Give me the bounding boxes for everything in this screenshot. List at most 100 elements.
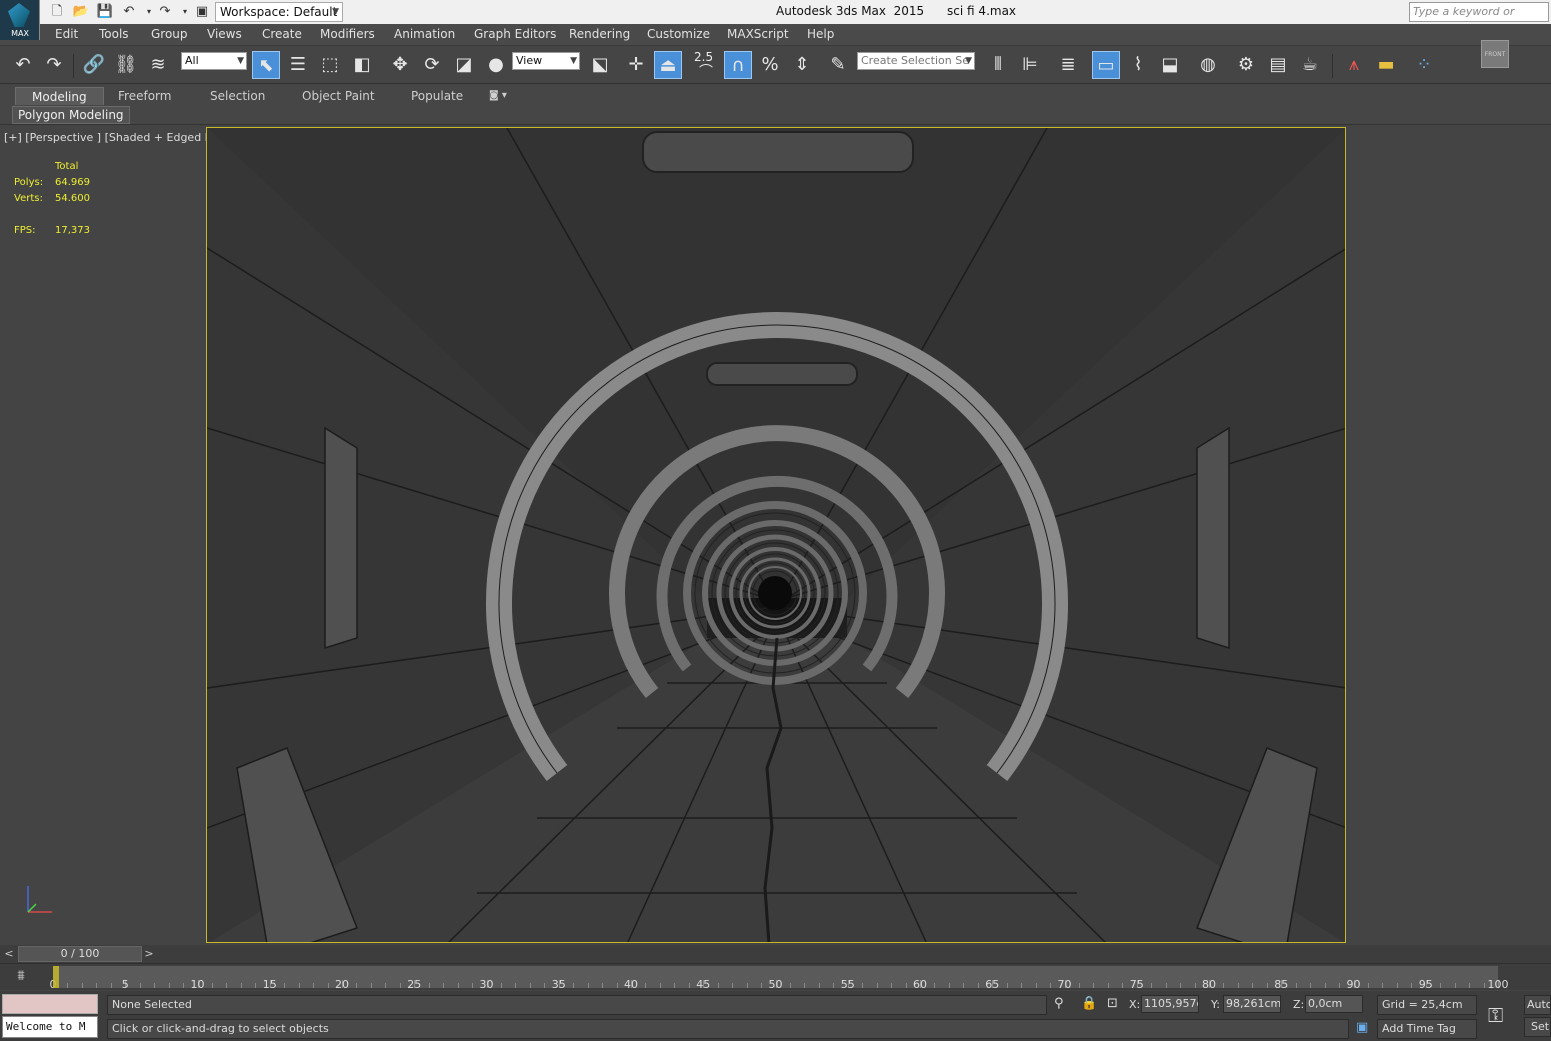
- x-coord-input[interactable]: 1105,957cl: [1141, 995, 1199, 1013]
- timeline-tick: [573, 983, 575, 988]
- menu-animation[interactable]: Animation: [394, 27, 455, 41]
- application-menu-button[interactable]: MAX: [0, 0, 40, 40]
- select-object-icon[interactable]: ⬉: [252, 51, 280, 79]
- timeline-tick: [284, 983, 286, 988]
- menu-help[interactable]: Help: [807, 27, 834, 41]
- snaps-toggle-icon[interactable]: ⌒: [692, 58, 720, 80]
- edit-named-selection-icon[interactable]: ✎: [824, 51, 852, 79]
- rendered-frame-window-icon[interactable]: ▤: [1264, 51, 1292, 79]
- select-and-link-icon[interactable]: 🔗: [80, 51, 108, 79]
- timeline-tick: [399, 983, 401, 988]
- auto-key-button[interactable]: Auto: [1524, 995, 1551, 1015]
- curve-editor-icon[interactable]: ⌇: [1124, 51, 1152, 79]
- select-and-scale-icon[interactable]: ◪: [450, 51, 478, 79]
- angle-snap-toggle-icon[interactable]: ∩: [724, 51, 752, 79]
- tab-selection[interactable]: Selection: [210, 87, 265, 105]
- menu-tools[interactable]: Tools: [99, 27, 129, 41]
- maxscript-listener-output[interactable]: Welcome to M: [2, 1016, 98, 1038]
- selection-filter-dropdown[interactable]: All ▼: [181, 52, 247, 70]
- add-time-tag-button[interactable]: Add Time Tag: [1377, 1019, 1477, 1039]
- render-production-icon[interactable]: ☕: [1296, 51, 1324, 79]
- reference-coordinate-dropdown[interactable]: View ▼: [512, 52, 580, 70]
- save-file-icon[interactable]: 💾: [96, 3, 114, 21]
- timeline-tick: [1483, 983, 1485, 988]
- menu-graph-editors[interactable]: Graph Editors: [474, 27, 556, 41]
- search-input[interactable]: Type a keyword or phrase: [1409, 2, 1549, 36]
- next-frame-button[interactable]: >: [142, 946, 156, 962]
- ruler-icon[interactable]: ▬: [1372, 51, 1400, 79]
- timeline-tick: [96, 983, 98, 988]
- absolute-mode-transform-icon[interactable]: ⊡: [1107, 996, 1118, 1011]
- menu-customize[interactable]: Customize: [647, 27, 710, 41]
- set-key-button[interactable]: Set: [1524, 1017, 1551, 1037]
- populate-icon[interactable]: ⩚: [1340, 51, 1368, 79]
- timeline-tick: [862, 983, 864, 988]
- menu-maxscript[interactable]: MAXScript: [727, 27, 789, 41]
- menu-views[interactable]: Views: [207, 27, 242, 41]
- schematic-view-icon[interactable]: ⬓: [1156, 51, 1184, 79]
- redo-icon[interactable]: ↷: [156, 3, 174, 21]
- tab-object-paint[interactable]: Object Paint: [302, 87, 375, 105]
- timeline-tick: [240, 983, 242, 988]
- redo-dropdown-icon[interactable]: ▾: [176, 3, 194, 21]
- pivot-center-icon[interactable]: ⬕: [586, 51, 614, 79]
- select-and-place-icon[interactable]: ●: [482, 51, 510, 79]
- select-and-rotate-icon[interactable]: ⟳: [418, 51, 446, 79]
- maxscript-mini-listener[interactable]: [2, 994, 98, 1014]
- workspace-dropdown[interactable]: Workspace: Default ▼: [215, 2, 343, 22]
- open-mini-curve-editor-icon[interactable]: ⩩: [8, 968, 34, 988]
- y-coord-input[interactable]: 98,261cm: [1223, 995, 1281, 1013]
- menu-group[interactable]: Group: [151, 27, 188, 41]
- stats-verts-label: Verts:: [14, 193, 43, 204]
- keyboard-shortcut-override-icon[interactable]: ⏏: [654, 51, 682, 79]
- spinner-snap-toggle-icon[interactable]: ⇕: [788, 51, 816, 79]
- stats-fps-value: 17,373: [55, 225, 90, 236]
- selection-lock-icon[interactable]: 🔒: [1081, 996, 1097, 1011]
- polygon-modeling-panel[interactable]: Polygon Modeling: [12, 106, 130, 124]
- mirror-icon[interactable]: ⫴: [984, 51, 1012, 79]
- menu-create[interactable]: Create: [262, 27, 302, 41]
- project-folder-icon[interactable]: ▣: [193, 3, 211, 21]
- align-icon[interactable]: ⊫: [1016, 51, 1044, 79]
- tab-freeform[interactable]: Freeform: [118, 87, 171, 105]
- ribbon-options-icon[interactable]: ◙ ▾: [489, 87, 507, 105]
- title-bar: MAX 🗋 📂 💾 ↶ ▾ ↷ ▾ ▣ Workspace: Default ▼…: [0, 0, 1551, 40]
- menu-edit[interactable]: Edit: [55, 27, 78, 41]
- select-by-name-icon[interactable]: ☰: [284, 51, 312, 79]
- percent-snap-toggle-icon[interactable]: %: [756, 51, 784, 79]
- select-manipulate-icon[interactable]: ✛: [622, 51, 650, 79]
- redo-icon[interactable]: ↷: [40, 51, 68, 79]
- new-file-icon[interactable]: 🗋: [48, 3, 66, 21]
- undo-icon[interactable]: ↶: [9, 51, 37, 79]
- z-coord-input[interactable]: 0,0cm: [1305, 995, 1363, 1013]
- material-editor-icon[interactable]: ◍: [1194, 51, 1222, 79]
- select-and-move-icon[interactable]: ✥: [386, 51, 414, 79]
- render-setup-icon[interactable]: ⚙: [1232, 51, 1260, 79]
- undo-icon[interactable]: ↶: [120, 3, 138, 21]
- unlink-selection-icon[interactable]: ⛓: [112, 51, 140, 79]
- viewcube[interactable]: FRONT: [1481, 40, 1509, 68]
- tab-populate[interactable]: Populate: [411, 87, 463, 105]
- tab-modeling[interactable]: Modeling: [15, 87, 104, 105]
- time-slider-thumb[interactable]: 0 / 100: [18, 946, 142, 962]
- set-key-icon[interactable]: ⚿: [1488, 1003, 1503, 1027]
- selection-filter-value: All: [185, 54, 199, 67]
- particle-icon[interactable]: ⁘: [1410, 51, 1438, 79]
- time-tag-icon[interactable]: ▣: [1356, 1020, 1368, 1035]
- perspective-viewport[interactable]: [206, 127, 1346, 943]
- track-bar-ruler[interactable]: 0510152025303540455055606570758085909510…: [50, 966, 1509, 991]
- toggle-ribbon-icon[interactable]: ▭: [1092, 51, 1120, 79]
- menu-rendering[interactable]: Rendering: [569, 27, 630, 41]
- timeline-tick: [1237, 983, 1239, 988]
- open-file-icon[interactable]: 📂: [72, 3, 90, 21]
- rectangular-selection-icon[interactable]: ⬚: [316, 51, 344, 79]
- timeline-tick: [1021, 983, 1023, 988]
- layer-explorer-icon[interactable]: ≣: [1054, 51, 1082, 79]
- bind-to-space-warp-icon[interactable]: ≋: [144, 51, 172, 79]
- timeline-tick: [1411, 983, 1413, 988]
- isolate-selection-icon[interactable]: ⚲: [1054, 996, 1064, 1011]
- named-selection-dropdown[interactable]: Create Selection Se ▼: [857, 52, 975, 70]
- previous-frame-button[interactable]: <: [2, 946, 16, 962]
- window-crossing-icon[interactable]: ◧: [348, 51, 376, 79]
- menu-modifiers[interactable]: Modifiers: [320, 27, 375, 41]
